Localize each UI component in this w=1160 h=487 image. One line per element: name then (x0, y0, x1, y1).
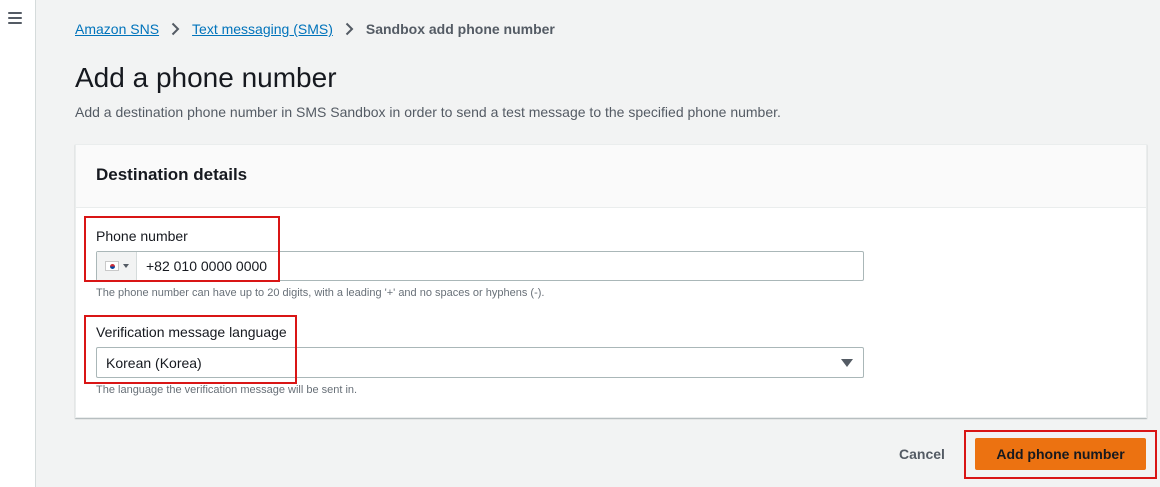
section-title: Destination details (96, 165, 248, 184)
page-title: Add a phone number (75, 62, 337, 93)
phone-number-label: Phone number (96, 228, 188, 244)
breadcrumb-link-amazon-sns[interactable]: Amazon SNS (75, 21, 159, 37)
language-hint: The language the verification message wi… (96, 384, 358, 396)
language-label: Verification message language (96, 324, 287, 340)
breadcrumb-link-text-messaging[interactable]: Text messaging (SMS) (192, 21, 333, 37)
breadcrumb-current-page: Sandbox add phone number (365, 21, 555, 37)
destination-details-panel: Destination details Phone number The pho… (75, 144, 1147, 418)
south-korea-flag-icon (104, 261, 119, 271)
chevron-right-icon (171, 21, 180, 37)
breadcrumb: Amazon SNS Text messaging (SMS) Sandbox … (75, 21, 555, 37)
side-navigation-rail (0, 0, 36, 487)
phone-number-hint: The phone number can have up to 20 digit… (96, 287, 545, 299)
hamburger-menu-icon[interactable] (8, 12, 22, 24)
page-description: Add a destination phone number in SMS Sa… (75, 104, 781, 120)
panel-header: Destination details (76, 145, 1146, 208)
chevron-right-icon (345, 21, 354, 37)
verification-language-select[interactable]: Korean (Korea) (96, 347, 864, 378)
caret-down-icon (841, 358, 853, 367)
add-phone-number-button[interactable]: Add phone number (975, 438, 1146, 470)
country-code-dropdown[interactable] (97, 252, 137, 280)
cancel-button[interactable]: Cancel (886, 438, 958, 470)
phone-number-field (96, 251, 864, 281)
caret-down-icon (122, 264, 129, 268)
phone-number-input[interactable] (137, 252, 863, 280)
selected-language: Korean (Korea) (106, 354, 202, 371)
